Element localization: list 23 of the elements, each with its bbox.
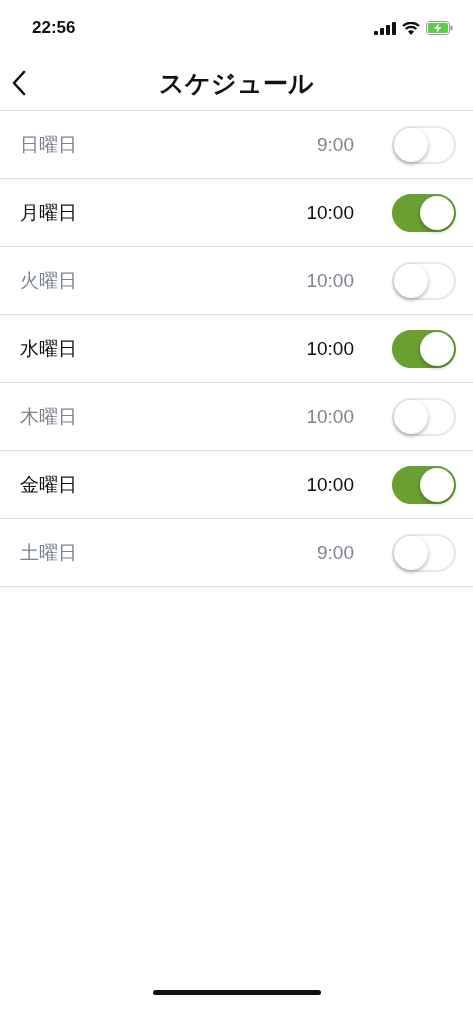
battery-charging-icon [426, 21, 453, 35]
time-label[interactable]: 9:00 [317, 541, 354, 564]
screen-title: スケジュール [159, 67, 314, 100]
toggle-switch[interactable] [392, 329, 456, 368]
time-label[interactable]: 10:00 [306, 473, 354, 496]
day-label: 水曜日 [20, 335, 78, 361]
toggle-switch[interactable] [392, 193, 456, 232]
time-label[interactable]: 10:00 [306, 405, 354, 428]
toggle-switch[interactable] [392, 465, 456, 504]
time-label[interactable]: 9:00 [317, 133, 354, 156]
time-label[interactable]: 10:00 [306, 269, 354, 292]
day-label: 木曜日 [20, 403, 78, 429]
day-label: 土曜日 [20, 539, 78, 565]
status-time: 22:56 [32, 18, 76, 38]
day-label: 火曜日 [20, 267, 78, 293]
day-label: 日曜日 [20, 131, 78, 157]
time-label[interactable]: 10:00 [306, 201, 354, 224]
signal-icon [374, 21, 396, 35]
day-label: 金曜日 [20, 471, 78, 497]
day-label: 月曜日 [20, 199, 78, 225]
time-label[interactable]: 10:00 [306, 337, 354, 360]
wifi-icon [402, 21, 420, 35]
back-icon[interactable] [12, 70, 26, 96]
